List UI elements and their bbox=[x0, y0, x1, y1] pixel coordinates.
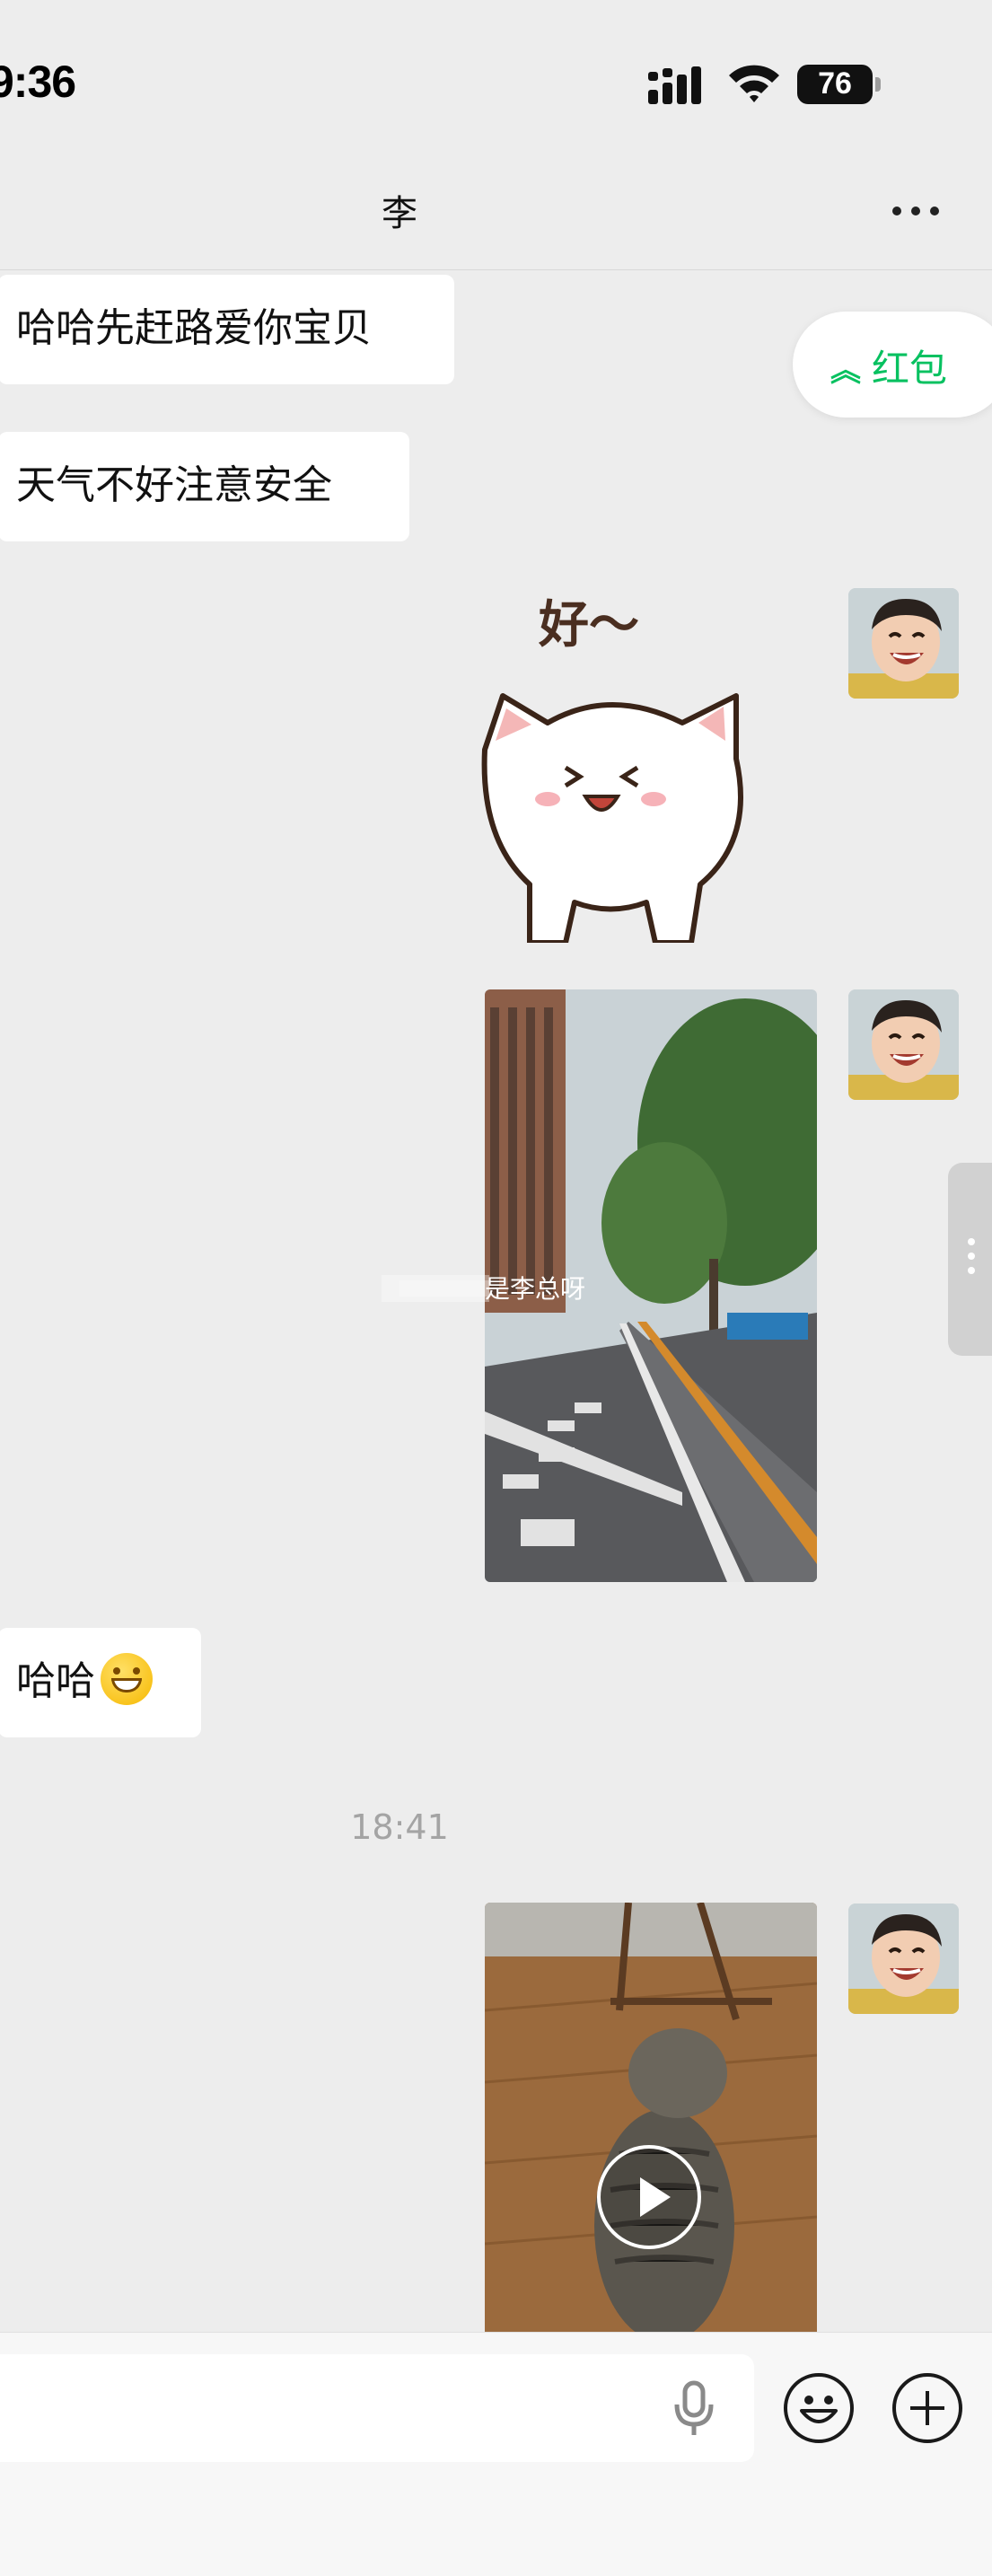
plus-button[interactable] bbox=[892, 2373, 962, 2443]
more-dots-icon bbox=[892, 207, 901, 215]
message-bubble-left[interactable]: 哈哈 bbox=[0, 1628, 201, 1737]
cellular-signal-icon bbox=[648, 66, 701, 104]
video-message[interactable] bbox=[485, 1903, 817, 2332]
emoji-icon bbox=[800, 2396, 838, 2423]
plus-icon bbox=[910, 2391, 944, 2425]
message-bubble-left[interactable]: 天气不好注意安全 bbox=[0, 432, 409, 541]
watermark-text: 是李总呀 bbox=[485, 1274, 586, 1304]
message-text: 哈哈先赶路爱你宝贝 bbox=[16, 305, 372, 351]
side-drawer-handle[interactable] bbox=[948, 1163, 992, 1356]
grinning-face-emoji-icon bbox=[101, 1653, 153, 1705]
emoji-button[interactable] bbox=[784, 2373, 854, 2443]
red-packet-button[interactable]: ︽ 红包 bbox=[793, 312, 992, 418]
microphone-icon[interactable] bbox=[672, 2379, 716, 2437]
red-packet-label: 红包 bbox=[872, 347, 948, 391]
avatar[interactable] bbox=[848, 588, 959, 699]
message-text: 天气不好注意安全 bbox=[16, 462, 332, 508]
avatar[interactable] bbox=[848, 1903, 959, 2014]
status-time: 9:36 bbox=[0, 57, 76, 107]
status-bar: 9:36 76 bbox=[0, 0, 992, 180]
message-input[interactable] bbox=[0, 2354, 754, 2462]
wifi-icon bbox=[729, 65, 779, 102]
more-options-button[interactable] bbox=[889, 202, 943, 220]
double-chevron-up-icon: ︽ bbox=[830, 353, 861, 389]
play-icon bbox=[640, 2177, 671, 2217]
sticker-message[interactable]: 好～ bbox=[476, 588, 751, 943]
play-button[interactable] bbox=[597, 2145, 701, 2249]
battery-icon: 76 bbox=[797, 65, 881, 104]
battery-level: 76 bbox=[818, 66, 852, 101]
sticker-caption: 好～ bbox=[538, 596, 639, 655]
image-watermark: 是李总呀 bbox=[382, 1266, 606, 1311]
avatar[interactable] bbox=[848, 989, 959, 1100]
message-text: 哈哈 bbox=[16, 1658, 95, 1704]
message-timestamp: 18:41 bbox=[350, 1807, 449, 1847]
chat-title: 李 bbox=[382, 193, 417, 234]
message-bubble-left[interactable]: 哈哈先赶路爱你宝贝 bbox=[0, 275, 454, 384]
